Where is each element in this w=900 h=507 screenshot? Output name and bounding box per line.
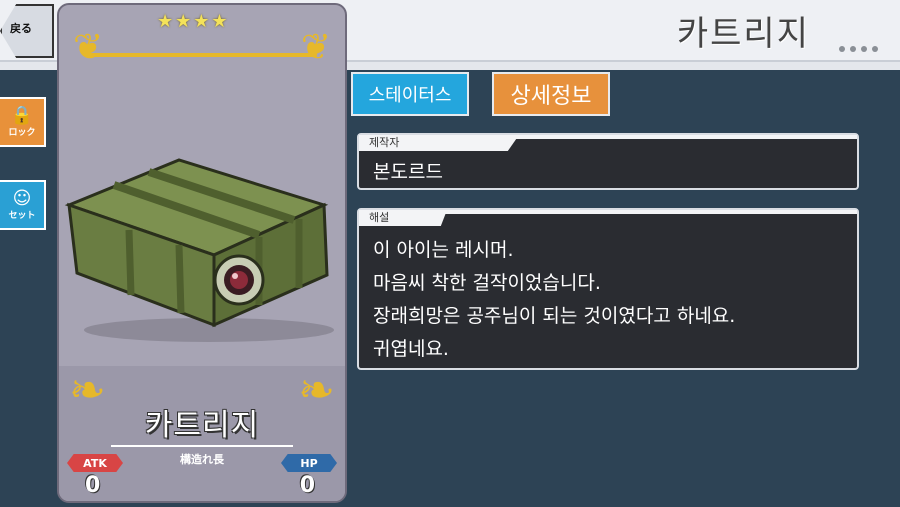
rarity-stars: ★★★★ [157, 11, 230, 32]
set-button[interactable]: ☺ セット [0, 180, 46, 230]
atk-badge: ATK [67, 454, 123, 472]
hp-value: 0 [299, 473, 315, 498]
maker-value: 본도르드 [373, 161, 443, 183]
tab-status[interactable]: 스테이터스 [351, 72, 469, 116]
page-title: 카트리지 [676, 14, 810, 54]
maker-panel: 제작자 본도르드 [357, 133, 859, 190]
back-button-label[interactable]: 戻る [10, 20, 32, 36]
ornament-icon: ❦ [73, 27, 104, 68]
set-icon: ☺ [12, 187, 32, 209]
lock-button-label: ロック [8, 127, 36, 138]
hp-badge: HP [281, 454, 337, 472]
card-name: 카트리지 [144, 408, 260, 443]
description-label: 해설 [359, 210, 447, 226]
set-button-label: セット [8, 210, 36, 221]
item-card: ★★★★ ❦ ❦ ❧ ❧ 카트리지 構造れ長 ATK HP 0 0 [57, 3, 347, 503]
maker-label: 제작자 [359, 135, 519, 151]
ellipsis-icon[interactable] [839, 46, 878, 52]
description-line: 귀엽네요. [373, 338, 449, 360]
description-line: 장래희망은 공주님이 되는 것이였다고 하네요. [373, 305, 736, 327]
description-line: 이 아이는 레시머. [373, 239, 514, 261]
description-panel: 해설 이 아이는 레시머. 마음씨 착한 걸작이었습니다. 장래희망은 공주님이… [357, 208, 859, 370]
ornament-icon: ❦ [300, 27, 331, 68]
tab-detail[interactable]: 상세정보 [492, 72, 610, 116]
lock-icon: 🔒 [10, 104, 34, 126]
lock-button[interactable]: 🔒 ロック [0, 97, 46, 147]
description-line: 마음씨 착한 걸작이었습니다. [373, 272, 601, 294]
cartridge-box-illustration [64, 158, 334, 342]
atk-value: 0 [85, 473, 101, 498]
